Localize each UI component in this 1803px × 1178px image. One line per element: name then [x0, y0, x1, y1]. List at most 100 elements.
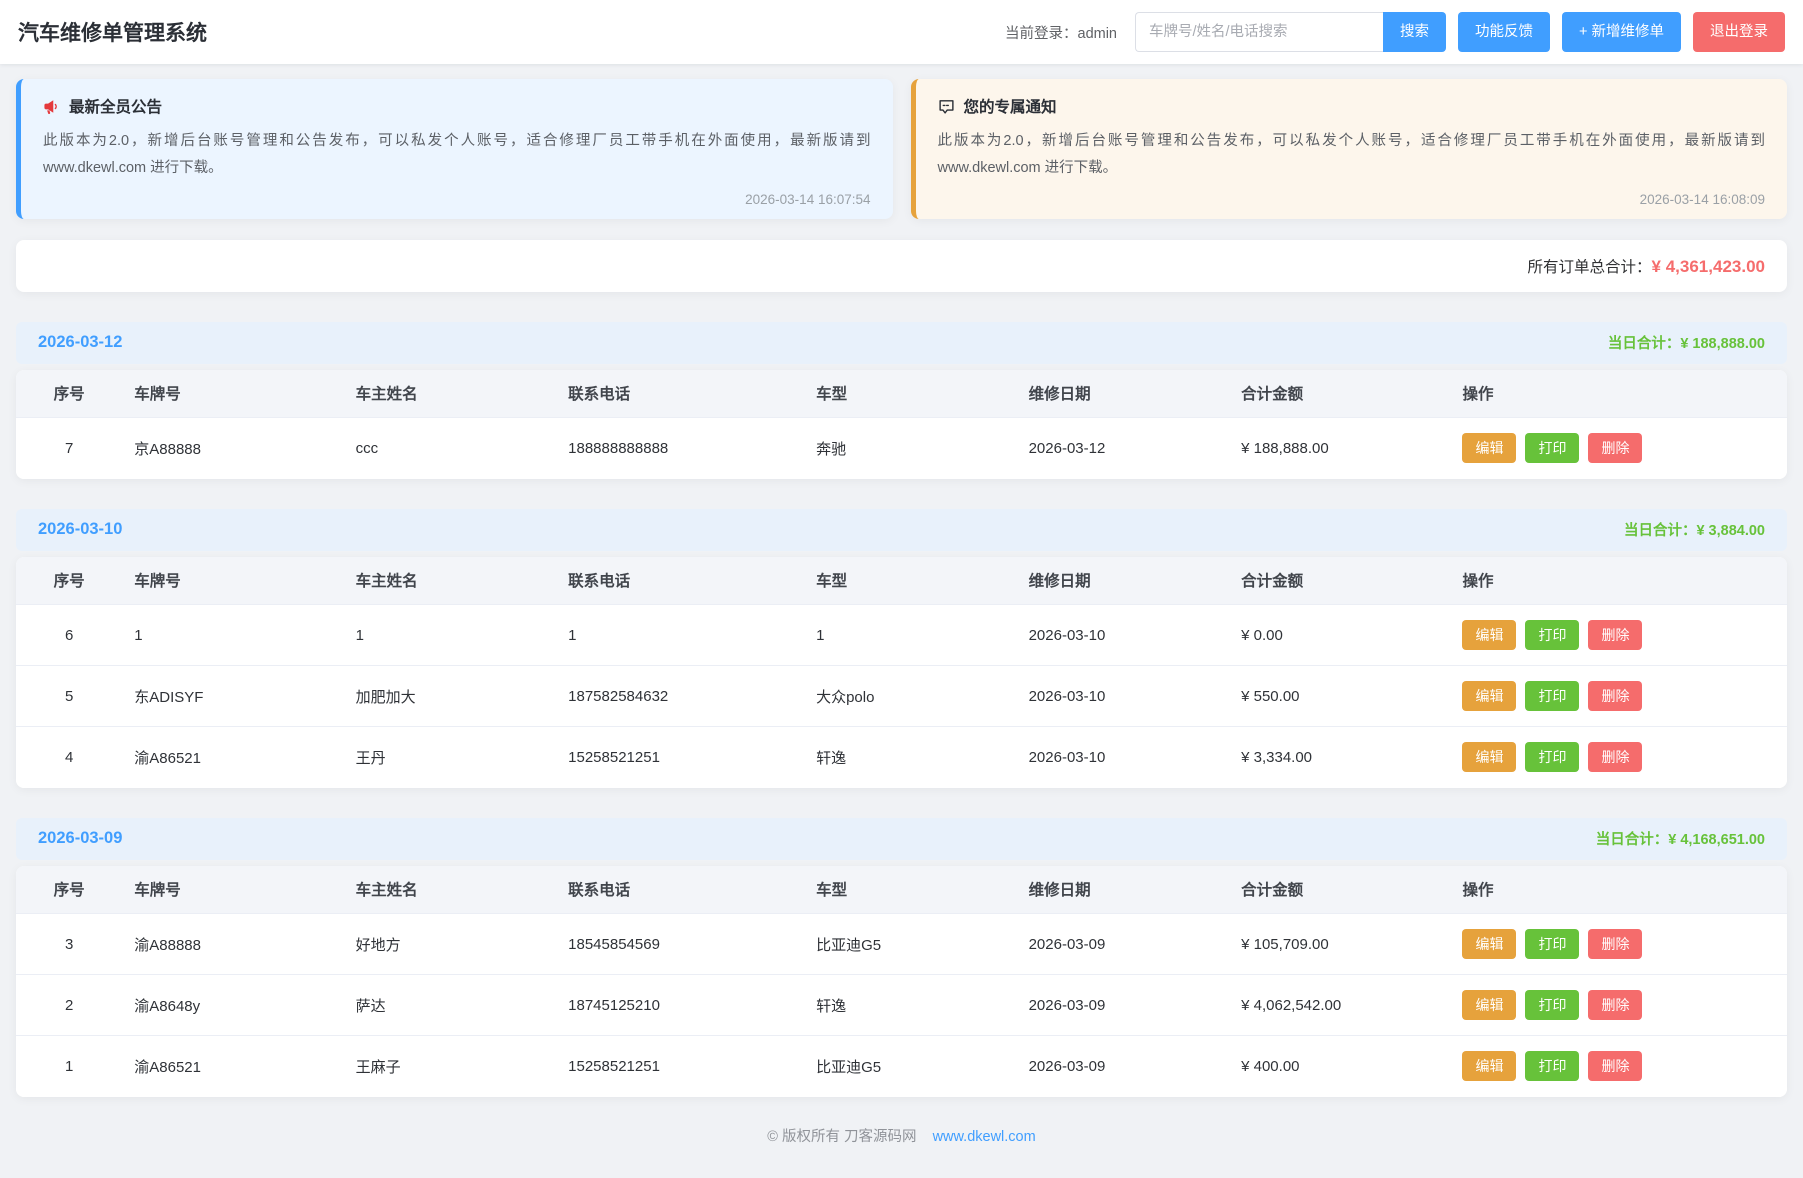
edit-button[interactable]: 编辑 — [1462, 990, 1516, 1020]
delete-button[interactable]: 删除 — [1588, 433, 1642, 463]
group-date: 2026-03-09 — [38, 829, 122, 848]
search-input[interactable] — [1135, 12, 1383, 52]
cell-phone: 18545854569 — [556, 914, 804, 975]
column-header: 序号 — [16, 866, 122, 914]
notice-cards: 最新全员公告 此版本为2.0，新增后台账号管理和公告发布，可以私发个人账号，适合… — [0, 64, 1803, 219]
order-group: 2026-03-09 当日合计：¥ 4,168,651.00 序号车牌号车主姓名… — [16, 818, 1787, 1097]
cell-amount: ¥ 3,334.00 — [1229, 727, 1450, 788]
edit-button[interactable]: 编辑 — [1462, 1051, 1516, 1081]
cell-phone: 188888888888 — [556, 418, 804, 479]
cell-actions: 编辑打印删除 — [1450, 914, 1787, 975]
edit-button[interactable]: 编辑 — [1462, 929, 1516, 959]
grand-total-bar: 所有订单总合计：¥ 4,361,423.00 — [16, 240, 1787, 292]
column-header: 车牌号 — [122, 370, 343, 418]
cell-phone: 15258521251 — [556, 727, 804, 788]
cell-model: 比亚迪G5 — [804, 914, 1017, 975]
order-table-card: 序号车牌号车主姓名联系电话车型维修日期合计金额操作 7京A88888ccc188… — [16, 370, 1787, 479]
daily-total-amount: ¥ 4,168,651.00 — [1668, 832, 1765, 848]
delete-button[interactable]: 删除 — [1588, 742, 1642, 772]
delete-button[interactable]: 删除 — [1588, 990, 1642, 1020]
page-title: 汽车维修单管理系统 — [18, 17, 207, 47]
column-header: 操作 — [1450, 557, 1787, 605]
search-button[interactable]: 搜索 — [1383, 12, 1446, 52]
footer: © 版权所有 刀客源码网 www.dkewl.com — [0, 1097, 1803, 1178]
cell-model: 比亚迪G5 — [804, 1036, 1017, 1097]
add-repair-order-button[interactable]: + 新增维修单 — [1562, 12, 1681, 52]
column-header: 车型 — [804, 866, 1017, 914]
cell-plate: 东ADISYF — [122, 666, 343, 727]
group-header: 2026-03-12 当日合计：¥ 188,888.00 — [16, 322, 1787, 364]
cell-phone: 18745125210 — [556, 975, 804, 1036]
group-date: 2026-03-12 — [38, 333, 122, 352]
cell-model: 轩逸 — [804, 727, 1017, 788]
column-header: 序号 — [16, 370, 122, 418]
column-header: 车牌号 — [122, 557, 343, 605]
cell-phone: 15258521251 — [556, 1036, 804, 1097]
cell-phone: 1 — [556, 605, 804, 666]
order-group: 2026-03-12 当日合计：¥ 188,888.00 序号车牌号车主姓名联系… — [16, 322, 1787, 479]
cell-seq: 3 — [16, 914, 122, 975]
order-table: 序号车牌号车主姓名联系电话车型维修日期合计金额操作 3渝A88888好地方185… — [16, 866, 1787, 1097]
announcement-card: 最新全员公告 此版本为2.0，新增后台账号管理和公告发布，可以私发个人账号，适合… — [16, 79, 893, 219]
column-header: 维修日期 — [1017, 557, 1230, 605]
order-groups: 2026-03-12 当日合计：¥ 188,888.00 序号车牌号车主姓名联系… — [0, 322, 1803, 1097]
megaphone-icon — [43, 98, 60, 115]
cell-model: 奔驰 — [804, 418, 1017, 479]
order-group: 2026-03-10 当日合计：¥ 3,884.00 序号车牌号车主姓名联系电话… — [16, 509, 1787, 788]
feedback-button[interactable]: 功能反馈 — [1458, 12, 1550, 52]
delete-button[interactable]: 删除 — [1588, 681, 1642, 711]
cell-model: 1 — [804, 605, 1017, 666]
cell-owner: 萨达 — [344, 975, 557, 1036]
delete-button[interactable]: 删除 — [1588, 929, 1642, 959]
cell-seq: 4 — [16, 727, 122, 788]
logout-button[interactable]: 退出登录 — [1693, 12, 1785, 52]
logged-in-user: 当前登录：admin — [1005, 22, 1117, 43]
order-table: 序号车牌号车主姓名联系电话车型维修日期合计金额操作 7京A88888ccc188… — [16, 370, 1787, 479]
speech-bubble-icon — [938, 98, 955, 115]
cell-actions: 编辑打印删除 — [1450, 727, 1787, 788]
daily-total-label: 当日合计： — [1608, 336, 1681, 352]
print-button[interactable]: 打印 — [1525, 620, 1579, 650]
grand-total-amount: ¥ 4,361,423.00 — [1652, 257, 1765, 276]
cell-owner: 好地方 — [344, 914, 557, 975]
edit-button[interactable]: 编辑 — [1462, 433, 1516, 463]
order-row: 2渝A8648y萨达18745125210轩逸2026-03-09¥ 4,062… — [16, 975, 1787, 1036]
column-header: 车型 — [804, 370, 1017, 418]
print-button[interactable]: 打印 — [1525, 990, 1579, 1020]
cell-date: 2026-03-09 — [1017, 975, 1230, 1036]
personal-notice-title: 您的专属通知 — [964, 95, 1057, 117]
print-button[interactable]: 打印 — [1525, 1051, 1579, 1081]
print-button[interactable]: 打印 — [1525, 742, 1579, 772]
personal-notice-body: 此版本为2.0，新增后台账号管理和公告发布，可以私发个人账号，适合修理厂员工带手… — [938, 128, 1766, 182]
delete-button[interactable]: 删除 — [1588, 1051, 1642, 1081]
cell-plate: 渝A88888 — [122, 914, 343, 975]
column-header: 车主姓名 — [344, 557, 557, 605]
cell-seq: 7 — [16, 418, 122, 479]
announcement-body: 此版本为2.0，新增后台账号管理和公告发布，可以私发个人账号，适合修理厂员工带手… — [43, 128, 871, 182]
footer-link[interactable]: www.dkewl.com — [933, 1129, 1036, 1145]
column-header: 维修日期 — [1017, 370, 1230, 418]
cell-owner: 王麻子 — [344, 1036, 557, 1097]
cell-model: 大众polo — [804, 666, 1017, 727]
edit-button[interactable]: 编辑 — [1462, 742, 1516, 772]
cell-amount: ¥ 550.00 — [1229, 666, 1450, 727]
order-row: 3渝A88888好地方18545854569比亚迪G52026-03-09¥ 1… — [16, 914, 1787, 975]
edit-button[interactable]: 编辑 — [1462, 620, 1516, 650]
order-table: 序号车牌号车主姓名联系电话车型维修日期合计金额操作 611112026-03-1… — [16, 557, 1787, 788]
print-button[interactable]: 打印 — [1525, 433, 1579, 463]
cell-amount: ¥ 188,888.00 — [1229, 418, 1450, 479]
cell-actions: 编辑打印删除 — [1450, 605, 1787, 666]
cell-date: 2026-03-09 — [1017, 1036, 1230, 1097]
delete-button[interactable]: 删除 — [1588, 620, 1642, 650]
print-button[interactable]: 打印 — [1525, 681, 1579, 711]
print-button[interactable]: 打印 — [1525, 929, 1579, 959]
column-header: 车牌号 — [122, 866, 343, 914]
column-header: 维修日期 — [1017, 866, 1230, 914]
cell-seq: 5 — [16, 666, 122, 727]
column-header: 车型 — [804, 557, 1017, 605]
edit-button[interactable]: 编辑 — [1462, 681, 1516, 711]
table-header-row: 序号车牌号车主姓名联系电话车型维修日期合计金额操作 — [16, 866, 1787, 914]
table-header-row: 序号车牌号车主姓名联系电话车型维修日期合计金额操作 — [16, 370, 1787, 418]
daily-total: 当日合计：¥ 4,168,651.00 — [1596, 828, 1765, 849]
cell-amount: ¥ 0.00 — [1229, 605, 1450, 666]
